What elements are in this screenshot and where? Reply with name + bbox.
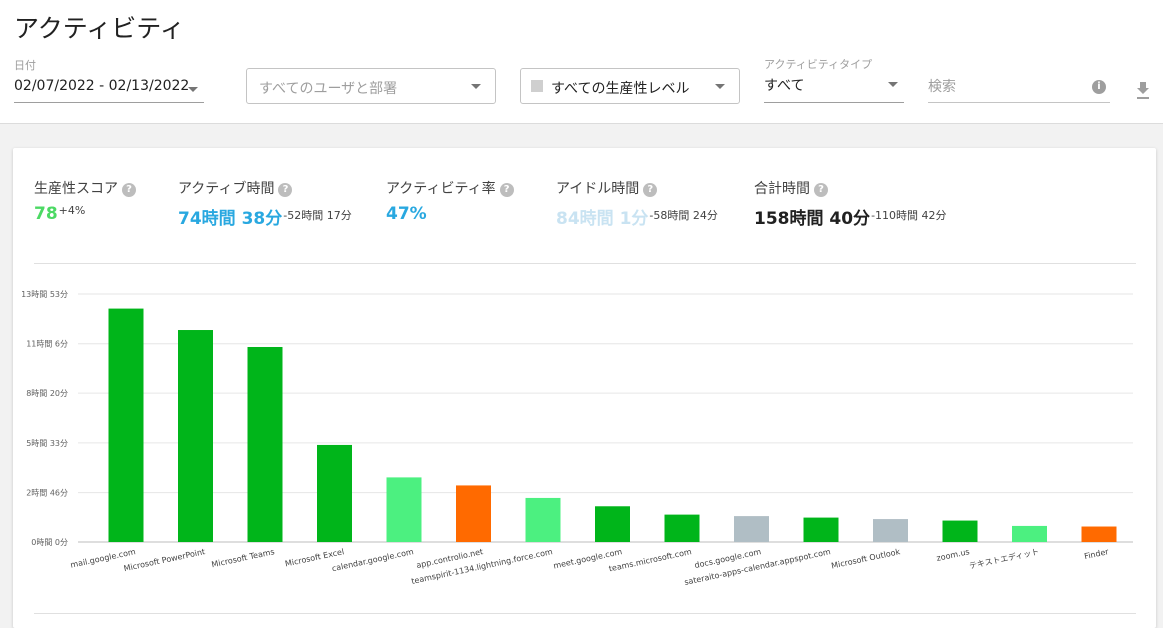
- stat-productivity-score: 生産性スコア? 78+4%: [34, 178, 136, 224]
- page-title: アクティビティ: [14, 14, 185, 43]
- bar: [734, 516, 769, 542]
- stat-label: アクティビティ率: [386, 181, 496, 197]
- stat-delta: -58時間 24分: [649, 209, 718, 222]
- stat-value: 158時間 40分: [754, 209, 871, 229]
- bar: [595, 506, 630, 542]
- stat-label: アイドル時間: [556, 181, 640, 197]
- activity-card: 生産性スコア? 78+4% アクティブ時間? 74時間 38分-52時間 17分…: [13, 148, 1156, 628]
- search-input[interactable]: 検索 i: [928, 70, 1110, 103]
- bar: [1081, 526, 1117, 542]
- bar: [1012, 525, 1047, 542]
- bar: [386, 477, 422, 542]
- download-icon[interactable]: [1135, 80, 1151, 100]
- productivity-level-value: すべての生産性レベル: [551, 81, 690, 97]
- bar: [247, 346, 283, 542]
- bar: [108, 308, 144, 542]
- y-tick-label: 11時間 6分: [26, 340, 68, 349]
- help-icon[interactable]: ?: [814, 183, 828, 197]
- x-tick-label: テキストエディット: [968, 546, 1040, 571]
- bar: [456, 485, 491, 542]
- chevron-down-icon: [188, 87, 198, 92]
- stat-activity-rate: アクティビティ率? 47%: [386, 178, 514, 224]
- stat-delta: -52時間 17分: [283, 209, 352, 222]
- productivity-swatch: [531, 80, 543, 92]
- stat-value: 84時間 1分: [556, 209, 649, 229]
- x-tick-label: Microsoft Outlook: [830, 547, 901, 570]
- help-icon[interactable]: ?: [499, 183, 514, 197]
- bar: [873, 519, 908, 542]
- x-tick-label: zoom.us: [936, 547, 971, 563]
- activity-bar-chart: 0時間 0分 2時間 46分 5時間 33分 8時間 20分 11時間 6分 13時間 5…: [21, 290, 1133, 587]
- chevron-down-icon: [471, 84, 481, 89]
- x-tick-label: Finder: [1083, 547, 1110, 561]
- info-icon[interactable]: i: [1092, 80, 1106, 94]
- help-icon[interactable]: ?: [643, 183, 658, 197]
- stat-label: 生産性スコア: [34, 181, 118, 197]
- user-department-select[interactable]: すべてのユーザと部署: [246, 68, 496, 104]
- y-tick-label: 0時間 0分: [31, 538, 68, 547]
- stat-value: 47%: [386, 204, 427, 224]
- productivity-level-select[interactable]: すべての生産性レベル: [520, 68, 740, 104]
- y-tick-label: 13時間 53分: [21, 290, 68, 299]
- date-label: 日付: [14, 59, 36, 72]
- activity-type-select[interactable]: すべて: [764, 70, 904, 103]
- stat-idle-time: アイドル時間? 84時間 1分-58時間 24分: [556, 178, 718, 229]
- search-placeholder: 検索: [928, 79, 956, 95]
- x-tick-label: Microsoft Teams: [211, 547, 276, 569]
- stat-value: 74時間 38分: [178, 209, 283, 229]
- bar: [178, 330, 213, 542]
- stat-delta: -110時間 42分: [871, 209, 947, 222]
- activity-type-value: すべて: [764, 78, 805, 94]
- stat-label: 合計時間: [754, 181, 810, 197]
- help-icon[interactable]: ?: [122, 183, 136, 197]
- date-range-picker[interactable]: 02/07/2022 - 02/13/2022: [14, 74, 204, 103]
- divider: [34, 613, 1136, 614]
- stat-active-time: アクティブ時間? 74時間 38分-52時間 17分: [178, 178, 352, 229]
- user-department-placeholder: すべてのユーザと部署: [259, 81, 398, 97]
- y-tick-label: 8時間 20分: [26, 389, 68, 398]
- bar: [803, 517, 839, 542]
- date-range-value: 02/07/2022 - 02/13/2022: [14, 78, 190, 94]
- stat-value: 78: [34, 204, 58, 224]
- y-tick-label: 2時間 46分: [26, 489, 68, 498]
- bar: [317, 444, 352, 542]
- stat-label: アクティブ時間: [178, 181, 275, 197]
- chevron-down-icon: [888, 82, 898, 87]
- header-bar: アクティビティ 日付 02/07/2022 - 02/13/2022 すべてのユ…: [0, 0, 1163, 124]
- divider: [34, 263, 1136, 264]
- y-tick-label: 5時間 33分: [26, 439, 68, 448]
- bar: [525, 497, 561, 542]
- bar: [664, 514, 700, 542]
- help-icon[interactable]: ?: [278, 183, 293, 197]
- bar: [942, 520, 978, 542]
- stat-total-time: 合計時間? 158時間 40分-110時間 42分: [754, 178, 947, 229]
- chevron-down-icon: [715, 84, 725, 89]
- stat-delta: +4%: [58, 204, 86, 217]
